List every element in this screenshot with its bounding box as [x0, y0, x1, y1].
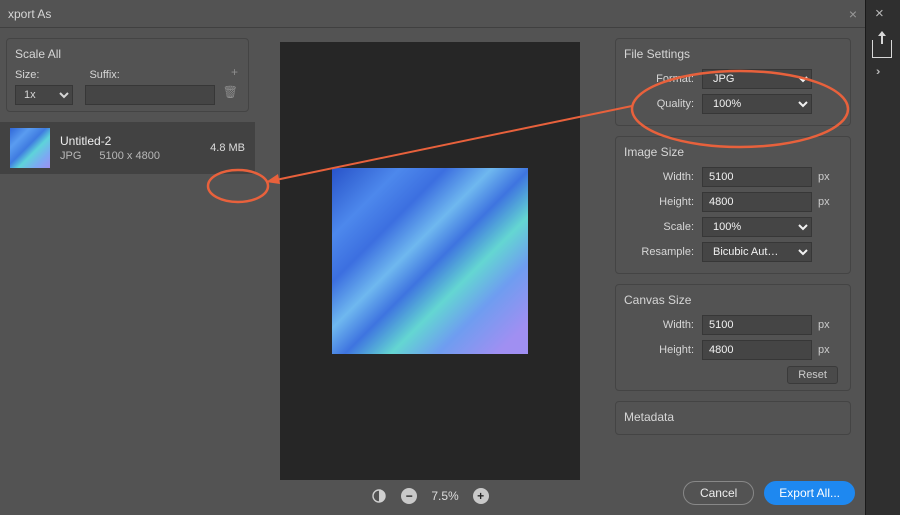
- preview-image: [332, 168, 528, 354]
- delete-size-icon[interactable]: 🗑: [223, 85, 238, 99]
- preview-panel: − 7.5% +: [255, 28, 605, 504]
- asset-format: JPG: [60, 150, 81, 162]
- asset-text-block: Untitled-2 JPG 5100 x 4800: [60, 134, 200, 162]
- zoom-toolbar: − 7.5% +: [371, 488, 488, 504]
- reset-button[interactable]: Reset: [787, 366, 838, 384]
- zoom-percent: 7.5%: [431, 489, 458, 503]
- image-size-group: Image Size Width: px Height: px Scale: 1…: [615, 136, 851, 274]
- share-icon[interactable]: [872, 40, 892, 58]
- size-select[interactable]: 1x: [15, 85, 73, 105]
- settings-panel: File Settings Format: JPG Quality: 100% …: [605, 28, 865, 504]
- format-select[interactable]: JPG: [702, 69, 812, 89]
- img-width-input[interactable]: [702, 167, 812, 187]
- zoom-out-button[interactable]: −: [401, 488, 417, 504]
- canvas-width-label: Width:: [624, 319, 694, 331]
- dialog-footer: Cancel Export All...: [683, 481, 855, 505]
- export-as-dialog: xport As × Scale All Size: Suffix: 1x + …: [0, 0, 865, 515]
- canvas-width-unit: px: [818, 319, 830, 331]
- asset-thumbnail: [10, 128, 50, 168]
- close-icon[interactable]: ×: [849, 6, 857, 22]
- img-height-input[interactable]: [702, 192, 812, 212]
- img-width-label: Width:: [624, 171, 694, 183]
- cancel-button[interactable]: Cancel: [683, 481, 754, 505]
- size-label: Size:: [15, 69, 39, 81]
- canvas-height-unit: px: [818, 344, 830, 356]
- expand-chevron-icon[interactable]: ››: [876, 66, 877, 78]
- file-settings-group: File Settings Format: JPG Quality: 100%: [615, 38, 851, 126]
- resample-label: Resample:: [624, 246, 694, 258]
- image-size-legend: Image Size: [624, 145, 842, 159]
- scale-all-group: Scale All Size: Suffix: 1x + 🗑: [6, 38, 249, 112]
- img-height-unit: px: [818, 196, 830, 208]
- zoom-in-button[interactable]: +: [473, 488, 489, 504]
- canvas-size-group: Canvas Size Width: px Height: px Reset: [615, 284, 851, 391]
- img-scale-select[interactable]: 100%: [702, 217, 812, 237]
- asset-dimensions: 5100 x 4800: [99, 150, 160, 162]
- metadata-group: Metadata: [615, 401, 851, 435]
- preview-canvas: [280, 42, 580, 480]
- suffix-input[interactable]: [85, 85, 215, 105]
- asset-row[interactable]: Untitled-2 JPG 5100 x 4800 4.8 MB: [0, 122, 255, 174]
- file-settings-legend: File Settings: [624, 47, 842, 61]
- close-tab-icon[interactable]: ×: [875, 5, 884, 22]
- asset-name: Untitled-2: [60, 134, 200, 148]
- contrast-icon[interactable]: [371, 488, 387, 504]
- format-label: Format:: [624, 73, 694, 85]
- img-scale-label: Scale:: [624, 221, 694, 233]
- canvas-width-input[interactable]: [702, 315, 812, 335]
- dialog-title: xport As: [8, 7, 51, 21]
- quality-select[interactable]: 100%: [702, 94, 812, 114]
- scale-all-legend: Scale All: [15, 47, 240, 61]
- img-height-label: Height:: [624, 196, 694, 208]
- resample-select[interactable]: Bicubic Aut…: [702, 242, 812, 262]
- add-size-icon[interactable]: +: [231, 65, 238, 79]
- dialog-title-bar: xport As ×: [0, 0, 865, 28]
- export-all-button[interactable]: Export All...: [764, 481, 855, 505]
- suffix-label: Suffix:: [89, 69, 119, 81]
- canvas-size-legend: Canvas Size: [624, 293, 842, 307]
- app-right-toolbar: × ››: [865, 0, 900, 515]
- metadata-legend: Metadata: [624, 410, 842, 424]
- img-width-unit: px: [818, 171, 830, 183]
- left-panel: Scale All Size: Suffix: 1x + 🗑 Untitled: [0, 28, 255, 504]
- asset-filesize: 4.8 MB: [210, 142, 245, 154]
- quality-label: Quality:: [624, 98, 694, 110]
- canvas-height-label: Height:: [624, 344, 694, 356]
- canvas-height-input[interactable]: [702, 340, 812, 360]
